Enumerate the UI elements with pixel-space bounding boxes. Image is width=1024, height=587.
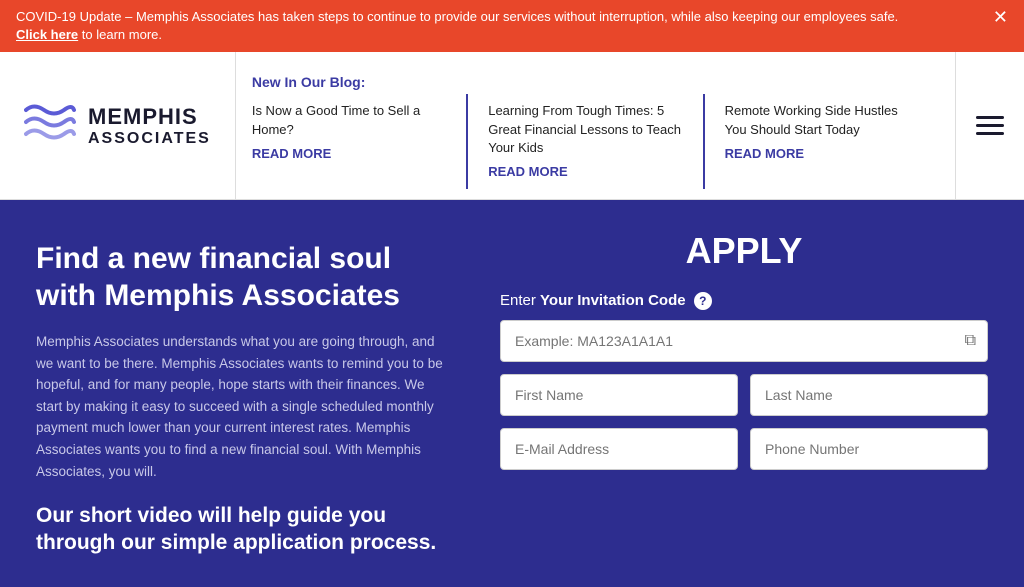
blog-item-2: Learning From Tough Times: 5 Great Finan… (488, 94, 704, 189)
blog-cta-3[interactable]: READ MORE (725, 146, 804, 161)
alert-text: COVID-19 Update – Memphis Associates has… (16, 9, 898, 24)
close-icon[interactable]: ✕ (993, 8, 1008, 26)
logo-waves-icon (24, 98, 76, 153)
alert-link[interactable]: Click here (16, 27, 78, 42)
blog-title-1: Is Now a Good Time to Sell a Home? (252, 102, 446, 138)
logo-text: MEMPHIS ASSOCIATES (88, 104, 211, 148)
alert-link-suffix: to learn more. (82, 27, 162, 42)
hamburger-menu-button[interactable] (955, 52, 1024, 199)
help-icon[interactable]: ? (694, 292, 712, 310)
logo-memphis: MEMPHIS (88, 104, 211, 130)
hero-section: Find a new financial soul with Memphis A… (0, 200, 1024, 587)
header: MEMPHIS ASSOCIATES New In Our Blog: Is N… (0, 52, 1024, 200)
blog-item-1: Is Now a Good Time to Sell a Home? READ … (252, 94, 468, 189)
blog-title-2: Learning From Tough Times: 5 Great Finan… (488, 102, 682, 157)
logo-associates: ASSOCIATES (88, 130, 211, 148)
alert-banner: COVID-19 Update – Memphis Associates has… (0, 0, 1024, 52)
blog-label: New In Our Blog: (252, 62, 939, 94)
invitation-code-wrapper: ⧉ (500, 320, 988, 362)
copy-icon: ⧉ (965, 332, 976, 350)
blog-container: New In Our Blog: Is Now a Good Time to S… (235, 52, 955, 199)
invitation-label-enter: Enter (500, 292, 536, 309)
blog-cta-1[interactable]: READ MORE (252, 146, 331, 161)
invitation-code-input[interactable] (500, 320, 988, 362)
phone-input[interactable] (750, 428, 988, 470)
first-name-input[interactable] (500, 374, 738, 416)
blog-title-3: Remote Working Side Hustles You Should S… (725, 102, 919, 138)
blog-item-3: Remote Working Side Hustles You Should S… (725, 94, 939, 189)
hamburger-icon (976, 116, 1004, 135)
logo-area: MEMPHIS ASSOCIATES (0, 52, 235, 199)
email-input[interactable] (500, 428, 738, 470)
last-name-input[interactable] (750, 374, 988, 416)
hero-subheading: Our short video will help guide you thro… (36, 502, 444, 557)
name-row (500, 374, 988, 416)
hero-left: Find a new financial soul with Memphis A… (0, 200, 480, 587)
apply-title: APPLY (500, 230, 988, 272)
hero-headline: Find a new financial soul with Memphis A… (36, 240, 444, 315)
contact-row (500, 428, 988, 470)
blog-items: Is Now a Good Time to Sell a Home? READ … (252, 94, 939, 189)
hero-right: APPLY Enter Your Invitation Code ? ⧉ (480, 200, 1024, 587)
invitation-label-bold: Your Invitation Code (540, 292, 686, 309)
blog-cta-2[interactable]: READ MORE (488, 164, 567, 179)
hero-body: Memphis Associates understands what you … (36, 331, 444, 482)
invitation-label: Enter Your Invitation Code ? (500, 292, 988, 310)
